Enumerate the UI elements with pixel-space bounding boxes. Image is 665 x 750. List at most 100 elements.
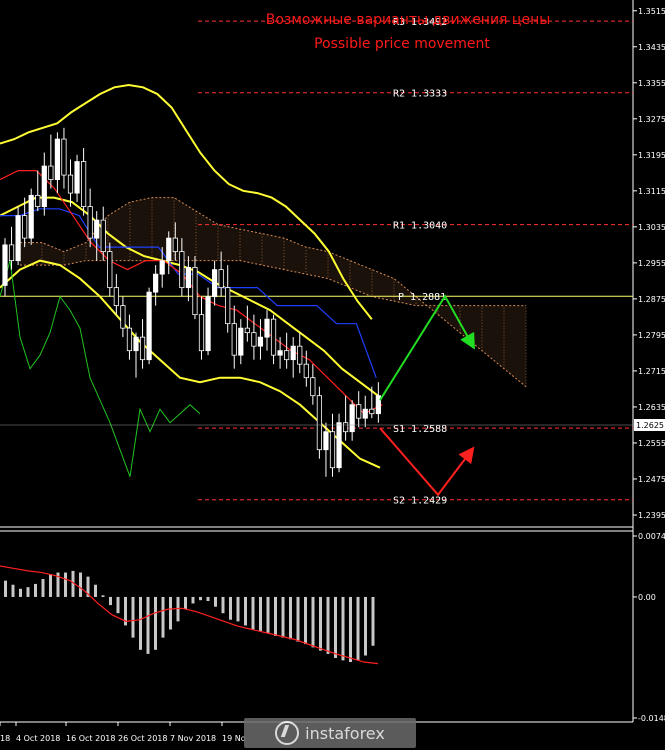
brand-logo-icon	[275, 721, 300, 745]
histogram-bar	[101, 595, 105, 597]
histogram-bar	[364, 596, 367, 656]
candle-body	[22, 215, 28, 239]
histogram-bar	[109, 596, 112, 606]
candle-body	[100, 219, 106, 253]
candle-body	[15, 215, 21, 262]
candle-body	[120, 305, 126, 329]
histogram-bar	[311, 596, 315, 648]
candle-body	[277, 350, 283, 356]
hist-tick-label: 0.00	[638, 593, 656, 602]
price-ticks: 1.3515 1.3435 1.3355 1.3275 1.3195 1.3115 1.30…	[633, 7, 665, 520]
chart-title-en: Possible price movement	[314, 36, 490, 52]
candle-body	[81, 161, 87, 207]
histogram-bar	[154, 596, 157, 650]
histogram-bar	[94, 584, 97, 597]
candle-body	[356, 404, 362, 419]
candle-body	[126, 327, 133, 352]
histogram-bar	[191, 596, 195, 604]
histogram-bar	[251, 596, 255, 630]
candle-body	[54, 138, 61, 180]
histogram-bar	[266, 596, 270, 634]
candle-body	[8, 244, 15, 262]
histogram-bar	[281, 596, 285, 638]
candle-body	[342, 422, 349, 433]
candle-body	[303, 363, 309, 379]
candle-body	[349, 404, 355, 433]
candle-body	[238, 327, 244, 356]
level-label-p: P 1.2881	[398, 292, 446, 303]
candle-body	[94, 219, 100, 239]
time-tick-label: 16 Oct 2018	[66, 734, 115, 743]
time-tick-label: 7 Nov 2018	[170, 734, 216, 743]
candle-body	[329, 431, 336, 469]
histogram-bar	[19, 588, 22, 597]
histogram-bar	[4, 580, 7, 597]
hist-tick-label: -0.01488	[638, 714, 665, 723]
price-tick-label: 1.2555	[638, 439, 665, 448]
histogram-bar	[161, 596, 165, 638]
candle-body	[192, 266, 198, 316]
candle-body	[297, 345, 303, 365]
candle-body	[231, 323, 237, 356]
candle-body	[198, 314, 205, 352]
candle-body	[2, 244, 8, 286]
histogram-bar	[319, 596, 322, 651]
price-tick-label: 1.3035	[638, 223, 665, 232]
candle-body	[139, 336, 146, 361]
candle-body	[35, 194, 41, 207]
price-tick-label: 1.3515	[638, 7, 665, 16]
candle-body	[211, 269, 218, 298]
price-tick-label: 1.2635	[638, 403, 665, 412]
current-price-label: 1.2625	[636, 421, 664, 430]
histogram-bar	[116, 596, 120, 614]
candle-body	[48, 165, 54, 180]
candle-body	[375, 395, 381, 415]
candle-body	[362, 408, 368, 419]
chart-title-ru: Возможные варианты движения цены	[266, 12, 551, 28]
price-tick-label: 1.3115	[638, 187, 665, 196]
candle-body	[153, 273, 159, 293]
histogram-bar	[326, 596, 330, 654]
candle-body	[172, 237, 178, 253]
price-tick-label: 1.3195	[638, 151, 665, 160]
candle-body	[316, 395, 323, 451]
level-label-r1: R1 1.3040	[393, 221, 447, 232]
candle-body	[61, 138, 67, 176]
price-tick-label: 1.3275	[638, 115, 665, 124]
candle-body	[284, 350, 290, 361]
brand-logo-text: instaforex	[305, 723, 385, 743]
histogram-bar	[221, 596, 225, 614]
candle-body	[166, 237, 172, 262]
histogram-bar	[236, 596, 240, 622]
candle-body	[225, 287, 231, 325]
price-tick-label: 1.3435	[638, 43, 665, 52]
histogram-bar	[349, 596, 352, 663]
candle-body	[251, 332, 257, 347]
price-chart: R3 1.3492R2 1.3333R1 1.3040P 1.2881S1 1.…	[0, 0, 665, 750]
time-tick-label: 18	[0, 734, 10, 743]
histogram-bar	[371, 596, 375, 646]
price-tick-label: 1.2955	[638, 259, 665, 268]
histogram-bar	[289, 596, 292, 640]
candle-body	[323, 431, 329, 451]
histogram-bar	[64, 572, 67, 597]
histogram-bar	[214, 596, 217, 607]
histogram-bar	[274, 596, 277, 636]
histogram-bar	[11, 584, 15, 597]
candle-body	[270, 318, 277, 356]
chart-background	[0, 0, 665, 750]
candle-body	[179, 251, 185, 289]
candle-body	[28, 194, 34, 239]
level-label-r2: R2 1.3333	[393, 89, 447, 100]
histogram-bar	[199, 596, 202, 601]
candle-body	[310, 377, 316, 397]
price-tick-label: 1.3355	[638, 79, 665, 88]
hist-tick-label: 0.00749	[638, 532, 665, 541]
price-tick-label: 1.2475	[638, 475, 665, 484]
time-tick-label: 19 No	[222, 734, 246, 743]
candle-body	[290, 345, 296, 361]
histogram-bar	[334, 596, 337, 658]
price-tick-label: 1.2715	[638, 367, 665, 376]
price-tick-label: 1.2875	[638, 295, 665, 304]
candle-body	[336, 422, 342, 469]
